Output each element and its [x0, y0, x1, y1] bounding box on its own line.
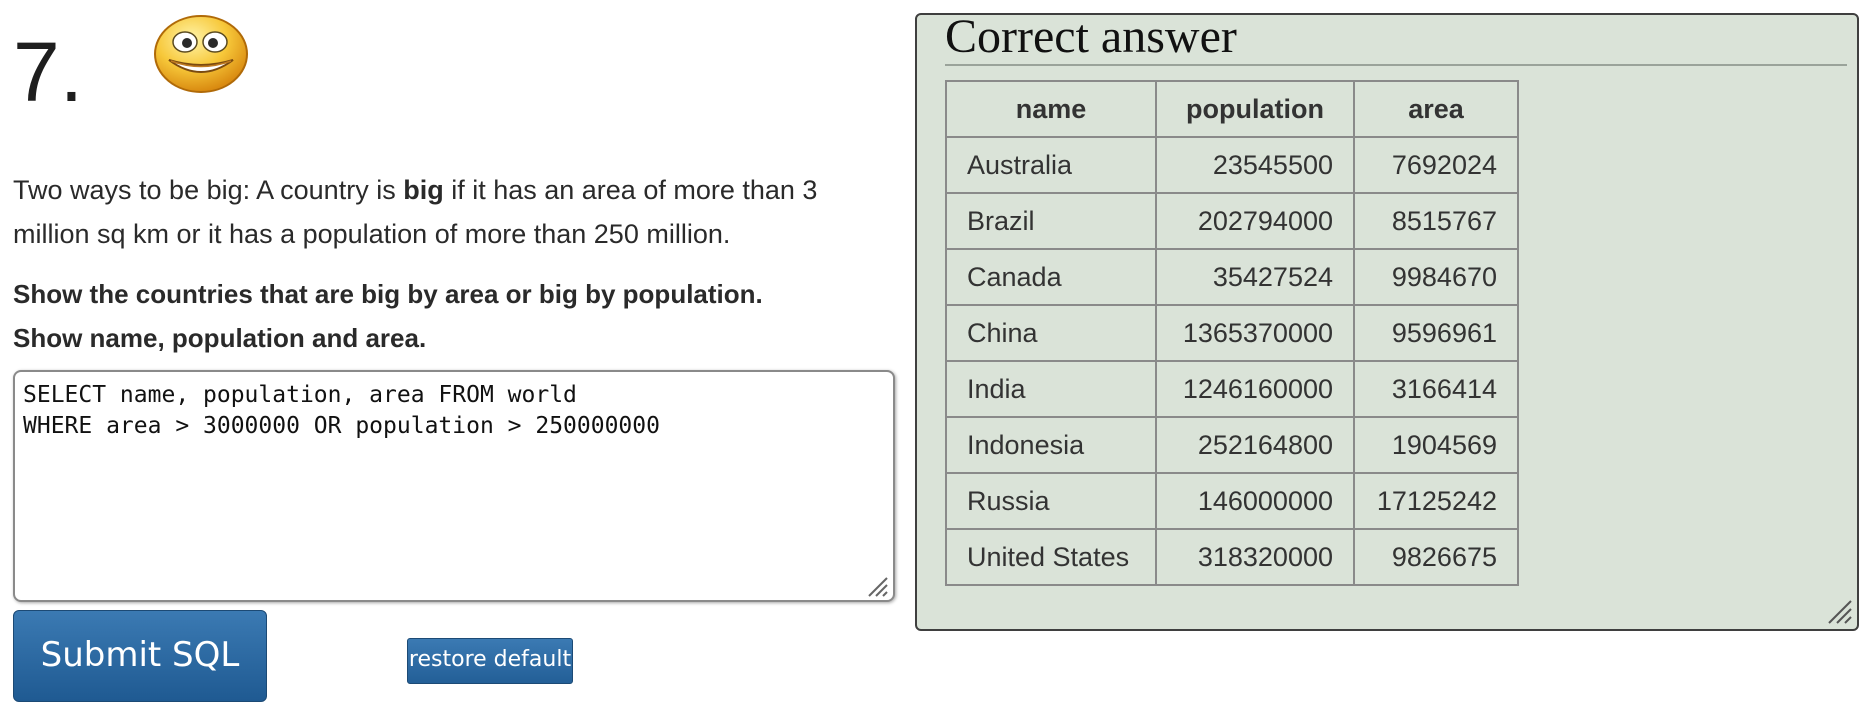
question-intro: Two ways to be big: A country is big if … [13, 168, 893, 256]
table-row: United States 318320000 9826675 [945, 528, 1519, 586]
cell-area: 1904569 [1353, 416, 1519, 474]
task-line-2: Show name, population and area. [13, 323, 427, 353]
cell-name: India [945, 360, 1157, 418]
cell-population: 146000000 [1155, 472, 1355, 530]
cell-population: 1365370000 [1155, 304, 1355, 362]
page: 7. Two ways to be big: A country is big … [0, 0, 1866, 709]
cell-area: 3166414 [1353, 360, 1519, 418]
cell-name: Canada [945, 248, 1157, 306]
question-task: Show the countries that are big by area … [13, 272, 893, 360]
table-row: Indonesia 252164800 1904569 [945, 416, 1519, 474]
panel-title: Correct answer [945, 13, 1237, 63]
smiley-face-icon [154, 15, 248, 93]
answer-table: name population area Australia 23545500 … [945, 80, 1519, 586]
cell-area: 9596961 [1353, 304, 1519, 362]
column-header-area: area [1353, 80, 1519, 138]
question-column: 7. Two ways to be big: A country is big … [13, 0, 893, 360]
cell-population: 35427524 [1155, 248, 1355, 306]
cell-area: 8515767 [1353, 192, 1519, 250]
cell-area: 17125242 [1353, 472, 1519, 530]
table-row: Australia 23545500 7692024 [945, 136, 1519, 194]
question-number: 7. [13, 25, 84, 119]
sql-editor[interactable]: SELECT name, population, area FROM world… [13, 370, 895, 602]
cell-population: 318320000 [1155, 528, 1355, 586]
cell-name: China [945, 304, 1157, 362]
cell-name: Brazil [945, 192, 1157, 250]
intro-bold-word: big [403, 175, 444, 205]
cell-population: 202794000 [1155, 192, 1355, 250]
panel-divider [945, 64, 1847, 66]
cell-name: Indonesia [945, 416, 1157, 474]
cell-population: 1246160000 [1155, 360, 1355, 418]
resize-grip-icon[interactable] [865, 574, 889, 598]
column-header-name: name [945, 80, 1157, 138]
restore-default-button[interactable]: restore default [407, 638, 573, 684]
task-line-1: Show the countries that are big by area … [13, 279, 763, 309]
cell-population: 23545500 [1155, 136, 1355, 194]
table-row: Canada 35427524 9984670 [945, 248, 1519, 306]
cell-area: 9984670 [1353, 248, 1519, 306]
cell-area: 9826675 [1353, 528, 1519, 586]
table-row: Russia 146000000 17125242 [945, 472, 1519, 530]
cell-population: 252164800 [1155, 416, 1355, 474]
resize-grip-icon[interactable] [1825, 597, 1853, 625]
table-row: Brazil 202794000 8515767 [945, 192, 1519, 250]
submit-sql-button[interactable]: Submit SQL [13, 610, 267, 702]
cell-name: United States [945, 528, 1157, 586]
table-row: China 1365370000 9596961 [945, 304, 1519, 362]
column-header-population: population [1155, 80, 1355, 138]
correct-answer-panel: Correct answer name population area Aust… [915, 13, 1859, 631]
intro-text-start: Two ways to be big: A country is [13, 175, 404, 205]
question-header: 7. [13, 0, 893, 140]
cell-name: Australia [945, 136, 1157, 194]
table-row: India 1246160000 3166414 [945, 360, 1519, 418]
cell-name: Russia [945, 472, 1157, 530]
table-header-row: name population area [945, 80, 1519, 138]
cell-area: 7692024 [1353, 136, 1519, 194]
